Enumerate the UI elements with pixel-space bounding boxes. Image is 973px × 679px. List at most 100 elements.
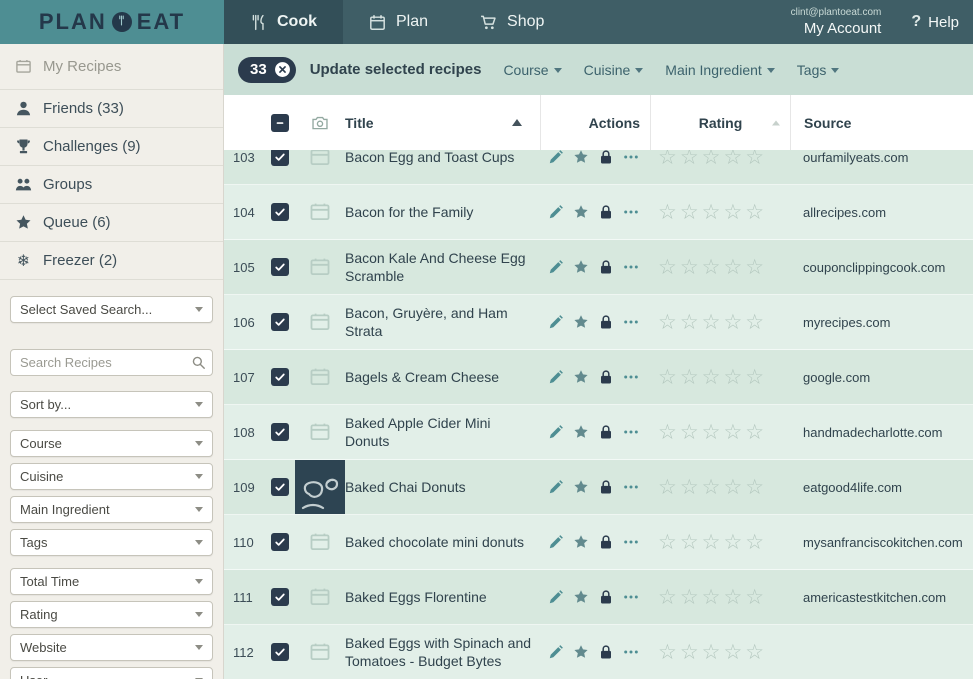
queue-star-icon[interactable] — [573, 424, 589, 440]
more-actions-icon[interactable] — [623, 314, 639, 330]
row-checkbox[interactable] — [271, 313, 289, 331]
recipe-card-placeholder-icon[interactable] — [309, 366, 331, 388]
recipe-card-placeholder-icon[interactable] — [309, 201, 331, 223]
filter-select-website[interactable]: Website — [10, 634, 213, 661]
rating-stars[interactable]: ☆☆☆☆☆ — [650, 570, 790, 624]
plan-to-eat-logo[interactable]: PLAN EAT — [0, 0, 224, 44]
column-header-rating[interactable]: Rating — [650, 95, 790, 150]
column-header-title[interactable]: Title — [345, 95, 540, 150]
queue-star-icon[interactable] — [573, 314, 589, 330]
recipe-title[interactable]: Baked Apple Cider Mini Donuts — [345, 405, 540, 459]
lock-icon[interactable] — [598, 259, 614, 275]
filter-select-main-ingredient[interactable]: Main Ingredient — [10, 496, 213, 523]
tab-plan[interactable]: Plan — [343, 0, 454, 44]
sidebar-item-queue-6[interactable]: Queue (6) — [0, 204, 223, 242]
recipe-card-placeholder-icon[interactable] — [309, 531, 331, 553]
sidebar-item-groups[interactable]: Groups — [0, 166, 223, 204]
edit-icon[interactable] — [548, 204, 564, 220]
recipe-title[interactable]: Bagels & Cream Cheese — [345, 350, 540, 404]
recipe-photo[interactable] — [295, 460, 345, 514]
row-checkbox[interactable] — [271, 423, 289, 441]
recipe-title[interactable]: Bacon Egg and Toast Cups — [345, 150, 540, 184]
clear-selection-icon[interactable] — [274, 61, 291, 78]
more-actions-icon[interactable] — [623, 479, 639, 495]
lock-icon[interactable] — [598, 479, 614, 495]
edit-icon[interactable] — [548, 314, 564, 330]
more-actions-icon[interactable] — [623, 150, 639, 165]
queue-star-icon[interactable] — [573, 534, 589, 550]
row-checkbox[interactable] — [271, 643, 289, 661]
recipe-title[interactable]: Bacon for the Family — [345, 185, 540, 239]
more-actions-icon[interactable] — [623, 369, 639, 385]
filter-select-user[interactable]: User — [10, 667, 213, 679]
rating-stars[interactable]: ☆☆☆☆☆ — [650, 240, 790, 294]
recipe-title[interactable]: Bacon, Gruyère, and Ham Strata — [345, 295, 540, 349]
recipe-title[interactable]: Baked Eggs Florentine — [345, 570, 540, 624]
edit-icon[interactable] — [548, 150, 564, 165]
rating-stars[interactable]: ☆☆☆☆☆ — [650, 515, 790, 569]
queue-star-icon[interactable] — [573, 204, 589, 220]
search-icon[interactable] — [191, 355, 206, 370]
recipe-card-placeholder-icon[interactable] — [309, 150, 331, 168]
edit-icon[interactable] — [548, 589, 564, 605]
row-checkbox[interactable] — [271, 203, 289, 221]
row-checkbox[interactable] — [271, 258, 289, 276]
column-header-source[interactable]: Source — [790, 95, 973, 150]
edit-icon[interactable] — [548, 369, 564, 385]
filter-select-total-time[interactable]: Total Time — [10, 568, 213, 595]
queue-star-icon[interactable] — [573, 150, 589, 165]
my-account-menu[interactable]: clint@plantoeat.com My Account — [791, 7, 882, 37]
queue-star-icon[interactable] — [573, 259, 589, 275]
more-actions-icon[interactable] — [623, 424, 639, 440]
queue-star-icon[interactable] — [573, 644, 589, 660]
recipe-title[interactable]: Baked Eggs with Spinach and Tomatoes - B… — [345, 625, 540, 679]
lock-icon[interactable] — [598, 369, 614, 385]
filter-select-cuisine[interactable]: Cuisine — [10, 463, 213, 490]
rating-stars[interactable]: ☆☆☆☆☆ — [650, 405, 790, 459]
row-checkbox[interactable] — [271, 533, 289, 551]
lock-icon[interactable] — [598, 314, 614, 330]
select-all-checkbox[interactable] — [271, 114, 289, 132]
recipe-card-placeholder-icon[interactable] — [309, 421, 331, 443]
queue-star-icon[interactable] — [573, 479, 589, 495]
edit-icon[interactable] — [548, 534, 564, 550]
recipe-card-placeholder-icon[interactable] — [309, 311, 331, 333]
sort-select[interactable]: Sort by... — [10, 391, 213, 418]
sidebar-item-challenges-9[interactable]: Challenges (9) — [0, 128, 223, 166]
tab-cook[interactable]: Cook — [224, 0, 343, 44]
lock-icon[interactable] — [598, 204, 614, 220]
row-checkbox[interactable] — [271, 478, 289, 496]
row-checkbox[interactable] — [271, 150, 289, 166]
saved-search-select[interactable]: Select Saved Search... — [10, 296, 213, 323]
more-actions-icon[interactable] — [623, 644, 639, 660]
more-actions-icon[interactable] — [623, 204, 639, 220]
lock-icon[interactable] — [598, 424, 614, 440]
row-checkbox[interactable] — [271, 588, 289, 606]
sidebar-item-my-recipes[interactable]: My Recipes — [0, 44, 223, 90]
rating-stars[interactable]: ☆☆☆☆☆ — [650, 625, 790, 679]
more-actions-icon[interactable] — [623, 589, 639, 605]
bulk-dropdown-cuisine[interactable]: Cuisine — [584, 62, 644, 78]
edit-icon[interactable] — [548, 479, 564, 495]
filter-select-tags[interactable]: Tags — [10, 529, 213, 556]
recipe-title[interactable]: Bacon Kale And Cheese Egg Scramble — [345, 240, 540, 294]
bulk-dropdown-main-ingredient[interactable]: Main Ingredient — [665, 62, 775, 78]
rating-stars[interactable]: ☆☆☆☆☆ — [650, 350, 790, 404]
row-checkbox[interactable] — [271, 368, 289, 386]
tab-shop[interactable]: Shop — [454, 0, 570, 44]
more-actions-icon[interactable] — [623, 534, 639, 550]
rating-stars[interactable]: ☆☆☆☆☆ — [650, 185, 790, 239]
rating-stars[interactable]: ☆☆☆☆☆ — [650, 150, 790, 184]
lock-icon[interactable] — [598, 644, 614, 660]
bulk-dropdown-tags[interactable]: Tags — [797, 62, 840, 78]
help-button[interactable]: ? Help — [911, 13, 959, 31]
filter-select-rating[interactable]: Rating — [10, 601, 213, 628]
edit-icon[interactable] — [548, 644, 564, 660]
lock-icon[interactable] — [598, 534, 614, 550]
rating-stars[interactable]: ☆☆☆☆☆ — [650, 295, 790, 349]
more-actions-icon[interactable] — [623, 259, 639, 275]
edit-icon[interactable] — [548, 424, 564, 440]
recipe-card-placeholder-icon[interactable] — [309, 256, 331, 278]
filter-select-course[interactable]: Course — [10, 430, 213, 457]
rating-stars[interactable]: ☆☆☆☆☆ — [650, 460, 790, 514]
